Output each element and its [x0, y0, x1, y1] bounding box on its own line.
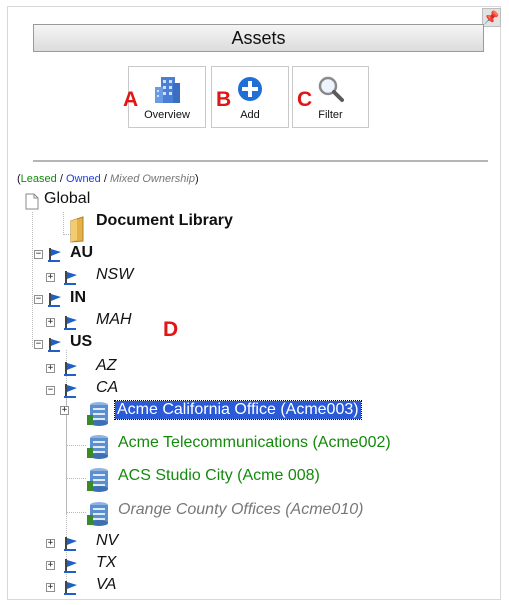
- flag-icon: [64, 316, 77, 330]
- tree-node-document-library[interactable]: Document Library: [96, 212, 233, 230]
- tree-node-tx[interactable]: TX: [96, 554, 116, 572]
- divider: [33, 160, 488, 162]
- flag-icon: [48, 293, 61, 307]
- panel-title: Assets: [33, 24, 484, 52]
- flag-icon: [48, 248, 61, 262]
- tree-connector: [63, 212, 64, 235]
- expand-icon[interactable]: +: [46, 273, 55, 282]
- tree-connector: [66, 478, 86, 479]
- tree-node-in[interactable]: IN: [70, 289, 86, 307]
- expand-icon[interactable]: +: [46, 561, 55, 570]
- building-icon: [87, 402, 108, 426]
- collapse-icon[interactable]: −: [34, 295, 43, 304]
- building-icon: [87, 435, 108, 459]
- tree-node-us[interactable]: US: [70, 333, 92, 351]
- tree-node-va[interactable]: VA: [96, 576, 116, 594]
- tree-connector: [66, 512, 86, 513]
- flag-icon: [64, 271, 77, 285]
- flag-icon: [48, 338, 61, 352]
- marker-d: D: [163, 318, 179, 341]
- tree-connector: [66, 445, 86, 446]
- legend-close: ): [194, 173, 199, 185]
- flag-icon: [64, 362, 77, 376]
- legend-sep: /: [100, 173, 110, 185]
- tree-node-acs-studio-city[interactable]: ACS Studio City (Acme 008): [118, 467, 320, 485]
- tree-connector: [32, 212, 33, 347]
- marker-b: B: [216, 88, 232, 111]
- flag-icon: [64, 559, 77, 573]
- expand-icon[interactable]: +: [46, 583, 55, 592]
- flag-icon: [64, 581, 77, 595]
- tree-node-acme-california-office[interactable]: Acme California Office (Acme003): [114, 400, 362, 420]
- legend-mixed: Mixed Ownership: [109, 173, 195, 185]
- magnifier-icon: [318, 76, 344, 102]
- flag-icon: [64, 537, 77, 551]
- legend-sep: /: [56, 173, 66, 185]
- expand-icon[interactable]: +: [46, 364, 55, 373]
- collapse-icon[interactable]: −: [46, 386, 55, 395]
- legend-owned: Owned: [65, 173, 101, 185]
- expand-icon[interactable]: +: [46, 318, 55, 327]
- tree-node-nsw[interactable]: NSW: [96, 266, 133, 284]
- flag-icon: [64, 384, 77, 398]
- building-icon: [87, 502, 108, 526]
- tree-node-orange-county-offices[interactable]: Orange County Offices (Acme010): [118, 501, 363, 519]
- overview-label: Overview: [144, 109, 190, 121]
- document-icon: [25, 193, 39, 210]
- building-icon: [87, 468, 108, 492]
- ownership-legend: (Leased / Owned / Mixed Ownership): [17, 173, 199, 185]
- tree-node-ca[interactable]: CA: [96, 379, 118, 397]
- overview-button[interactable]: Overview: [128, 66, 206, 128]
- marker-a: A: [123, 88, 139, 111]
- building-icon: [155, 77, 180, 103]
- expand-icon[interactable]: +: [46, 539, 55, 548]
- add-circle-icon: [238, 77, 262, 101]
- collapse-icon[interactable]: −: [34, 340, 43, 349]
- folder-icon: [70, 216, 84, 243]
- tree-node-au[interactable]: AU: [70, 244, 93, 262]
- pin-icon[interactable]: 📌: [482, 8, 501, 27]
- collapse-icon[interactable]: −: [34, 250, 43, 259]
- tree-node-acme-telecommunications[interactable]: Acme Telecommunications (Acme002): [118, 434, 391, 452]
- expand-icon[interactable]: +: [60, 406, 69, 415]
- tree-node-az[interactable]: AZ: [96, 357, 116, 375]
- marker-c: C: [297, 88, 313, 111]
- tree-node-nv[interactable]: NV: [96, 532, 118, 550]
- legend-leased: Leased: [20, 173, 57, 185]
- tree-node-mah[interactable]: MAH: [96, 311, 132, 329]
- tree-node-global[interactable]: Global: [44, 190, 90, 208]
